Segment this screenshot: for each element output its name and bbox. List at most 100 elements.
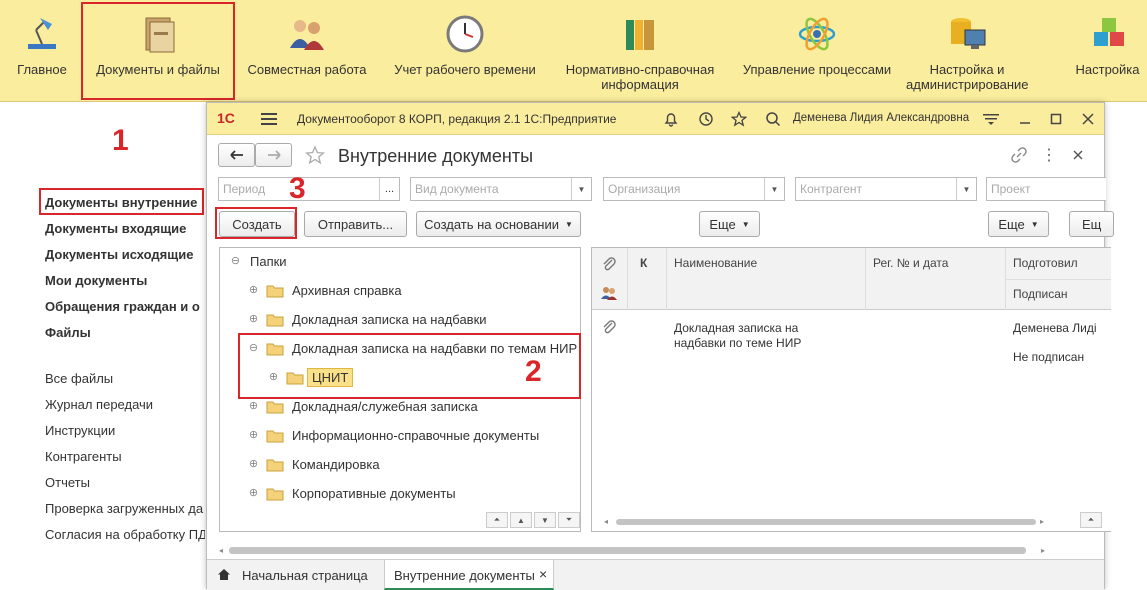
scroll-top-icon[interactable]: ⏶: [1080, 512, 1102, 528]
link-icon[interactable]: [1007, 143, 1031, 167]
more-label: Еще: [998, 216, 1025, 232]
tab-home-label: Начальная страница: [242, 568, 368, 583]
section-administration[interactable]: Настройка и администрирование: [906, 0, 1029, 102]
tab-internal-documents[interactable]: Внутренние документы ×: [384, 560, 554, 590]
expand-icon[interactable]: ⊕: [248, 401, 259, 412]
settings-lines-icon[interactable]: [979, 107, 1003, 131]
favorites-star-icon[interactable]: [727, 107, 751, 131]
tree-item[interactable]: ⊕ Докладная записка на надбавки: [220, 310, 580, 332]
chevron-down-icon: ▼: [741, 219, 750, 229]
scroll-left-icon[interactable]: ◂: [219, 546, 225, 555]
tree-item[interactable]: ⊕ Докладная/служебная записка: [220, 397, 580, 419]
close-window-icon[interactable]: [1076, 107, 1100, 131]
section-collaboration[interactable]: Совместная работа: [242, 0, 372, 102]
chevron-down-icon[interactable]: ▼: [764, 178, 784, 200]
column-signed[interactable]: Подписан: [1013, 287, 1068, 301]
more-label: Еще: [709, 216, 736, 232]
column-k[interactable]: К: [640, 256, 647, 270]
column-reg-number[interactable]: Рег. № и дата: [873, 256, 948, 270]
list-horizontal-scrollbar[interactable]: [616, 519, 1036, 525]
tree-item[interactable]: ⊕ Архивная справка: [220, 281, 580, 303]
tab-home-page[interactable]: Начальная страница: [207, 560, 377, 590]
row-name-line1: Докладная записка на: [674, 321, 799, 335]
create-based-on-button[interactable]: Создать на основании ▼: [416, 211, 581, 237]
expand-icon[interactable]: ⊕: [248, 488, 259, 499]
search-icon[interactable]: [761, 107, 785, 131]
nav-all-files[interactable]: Все файлы: [45, 371, 205, 386]
nav-files[interactable]: Файлы: [45, 325, 205, 340]
scroll-top-icon[interactable]: ⏶: [486, 512, 508, 528]
maximize-icon[interactable]: [1044, 107, 1068, 131]
section-main[interactable]: Главное: [10, 0, 74, 102]
documents-list-panel: К Наименование Рег. № и дата Подготовил …: [591, 247, 1111, 532]
scroll-bottom-icon[interactable]: ⏷: [558, 512, 580, 528]
nav-outgoing-documents[interactable]: Документы исходящие: [45, 247, 205, 262]
tree-root-label: Папки: [250, 254, 287, 269]
expand-icon[interactable]: ⊕: [248, 314, 259, 325]
section-settings[interactable]: Настройка: [1068, 0, 1147, 102]
organization-field[interactable]: Организация ▼: [603, 177, 785, 201]
bell-icon[interactable]: [659, 107, 683, 131]
nav-reports[interactable]: Отчеты: [45, 475, 205, 490]
window-horizontal-scrollbar[interactable]: [229, 547, 1026, 554]
add-to-favorites-icon[interactable]: [303, 143, 327, 167]
back-button[interactable]: [218, 143, 255, 167]
nav-pd-consents[interactable]: Согласия на обработку ПД: [45, 527, 205, 542]
scroll-down-icon[interactable]: ▼: [534, 512, 556, 528]
current-user[interactable]: Деменева Лидия Александровна: [793, 112, 969, 124]
tree-item[interactable]: ⊕ Информационно-справочные документы: [220, 426, 580, 448]
forward-button[interactable]: [255, 143, 292, 167]
tree-item[interactable]: ⊕ Командировка: [220, 455, 580, 477]
more-button-extra[interactable]: Ещ: [1069, 211, 1114, 237]
scroll-left-icon[interactable]: ◂: [604, 517, 610, 526]
more-button-tree[interactable]: Еще ▼: [699, 211, 760, 237]
doc-type-field[interactable]: Вид документа ▼: [410, 177, 592, 201]
expand-icon[interactable]: ⊕: [248, 430, 259, 441]
collapse-icon[interactable]: ⊖: [230, 256, 241, 267]
history-icon[interactable]: [694, 107, 718, 131]
nav-citizen-requests[interactable]: Обращения граждан и о: [45, 299, 205, 314]
more-actions-icon[interactable]: ⋮: [1037, 143, 1061, 167]
create-based-on-label: Создать на основании: [424, 216, 559, 232]
scroll-right-icon[interactable]: ▸: [1041, 546, 1047, 555]
chevron-down-icon[interactable]: ▼: [956, 178, 976, 200]
nav-contractors[interactable]: Контрагенты: [45, 449, 205, 464]
section-process-management[interactable]: Управление процессами: [735, 0, 899, 102]
close-tab-icon[interactable]: ×: [539, 566, 547, 582]
table-row[interactable]: Докладная записка на надбавки по теме НИ…: [592, 311, 1111, 371]
period-select-button[interactable]: ...: [379, 178, 399, 200]
nav-my-documents[interactable]: Мои документы: [45, 273, 205, 288]
clock-icon: [446, 15, 484, 53]
chevron-down-icon: ▼: [564, 219, 573, 229]
chevron-down-icon[interactable]: ▼: [571, 178, 591, 200]
column-prepared-by[interactable]: Подготовил: [1013, 256, 1078, 270]
highlight-internal-documents: [39, 188, 204, 215]
folder-icon: [266, 459, 284, 472]
column-name[interactable]: Наименование: [674, 256, 757, 270]
nav-incoming-documents[interactable]: Документы входящие: [45, 221, 205, 236]
tree-root[interactable]: ⊖ Папки: [220, 252, 580, 274]
send-button[interactable]: Отправить...: [304, 211, 407, 237]
section-time-tracking[interactable]: Учет рабочего времени: [382, 0, 548, 102]
tree-item[interactable]: ⊕ Корпоративные документы: [220, 484, 580, 506]
folder-icon: [266, 401, 284, 414]
scroll-up-icon[interactable]: ▲: [510, 512, 532, 528]
nav-transfer-log[interactable]: Журнал передачи: [45, 397, 205, 412]
scroll-right-icon[interactable]: ▸: [1040, 517, 1046, 526]
minimize-icon[interactable]: [1013, 107, 1037, 131]
highlight-create-button: [215, 207, 297, 239]
expand-icon[interactable]: ⊕: [248, 285, 259, 296]
section-reference-info[interactable]: Нормативно-справочная информация: [558, 0, 722, 102]
period-field[interactable]: Период ...: [218, 177, 400, 201]
nav-instructions[interactable]: Инструкции: [45, 423, 205, 438]
menu-icon[interactable]: [257, 107, 281, 131]
project-field[interactable]: Проект: [986, 177, 1106, 201]
more-button-list[interactable]: Еще ▼: [988, 211, 1049, 237]
expand-icon[interactable]: ⊕: [248, 459, 259, 470]
window-titlebar: 1С Документооборот 8 КОРП, редакция 2.1 …: [207, 103, 1104, 135]
contractor-field[interactable]: Контрагент ▼: [795, 177, 977, 201]
nav-check-uploaded[interactable]: Проверка загруженных да: [45, 501, 205, 516]
close-form-icon[interactable]: [1066, 143, 1090, 167]
tree-item-label: Информационно-справочные документы: [292, 428, 540, 443]
people-collaboration-icon: [290, 20, 324, 50]
